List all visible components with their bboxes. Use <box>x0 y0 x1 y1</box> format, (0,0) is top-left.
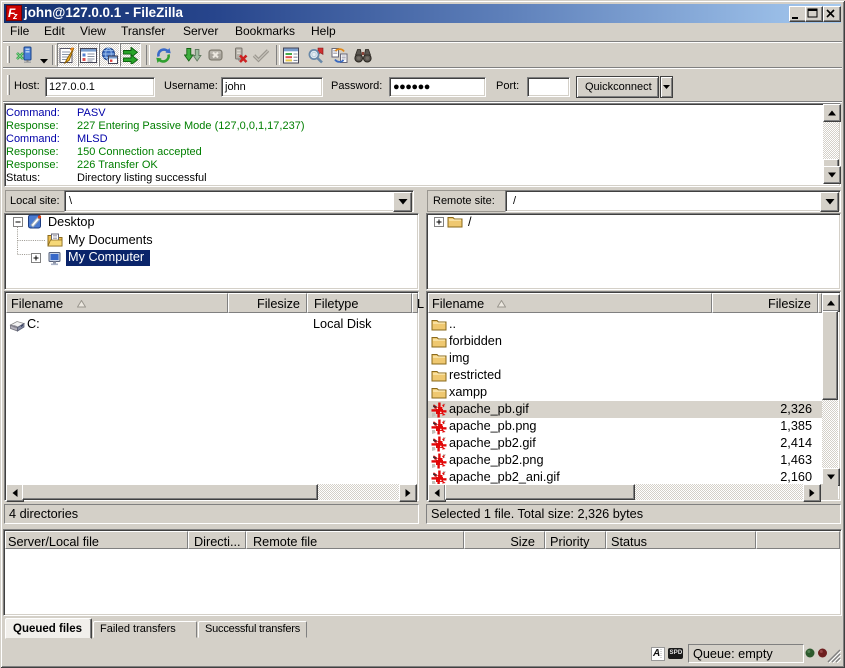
svg-text:z: z <box>12 11 18 20</box>
